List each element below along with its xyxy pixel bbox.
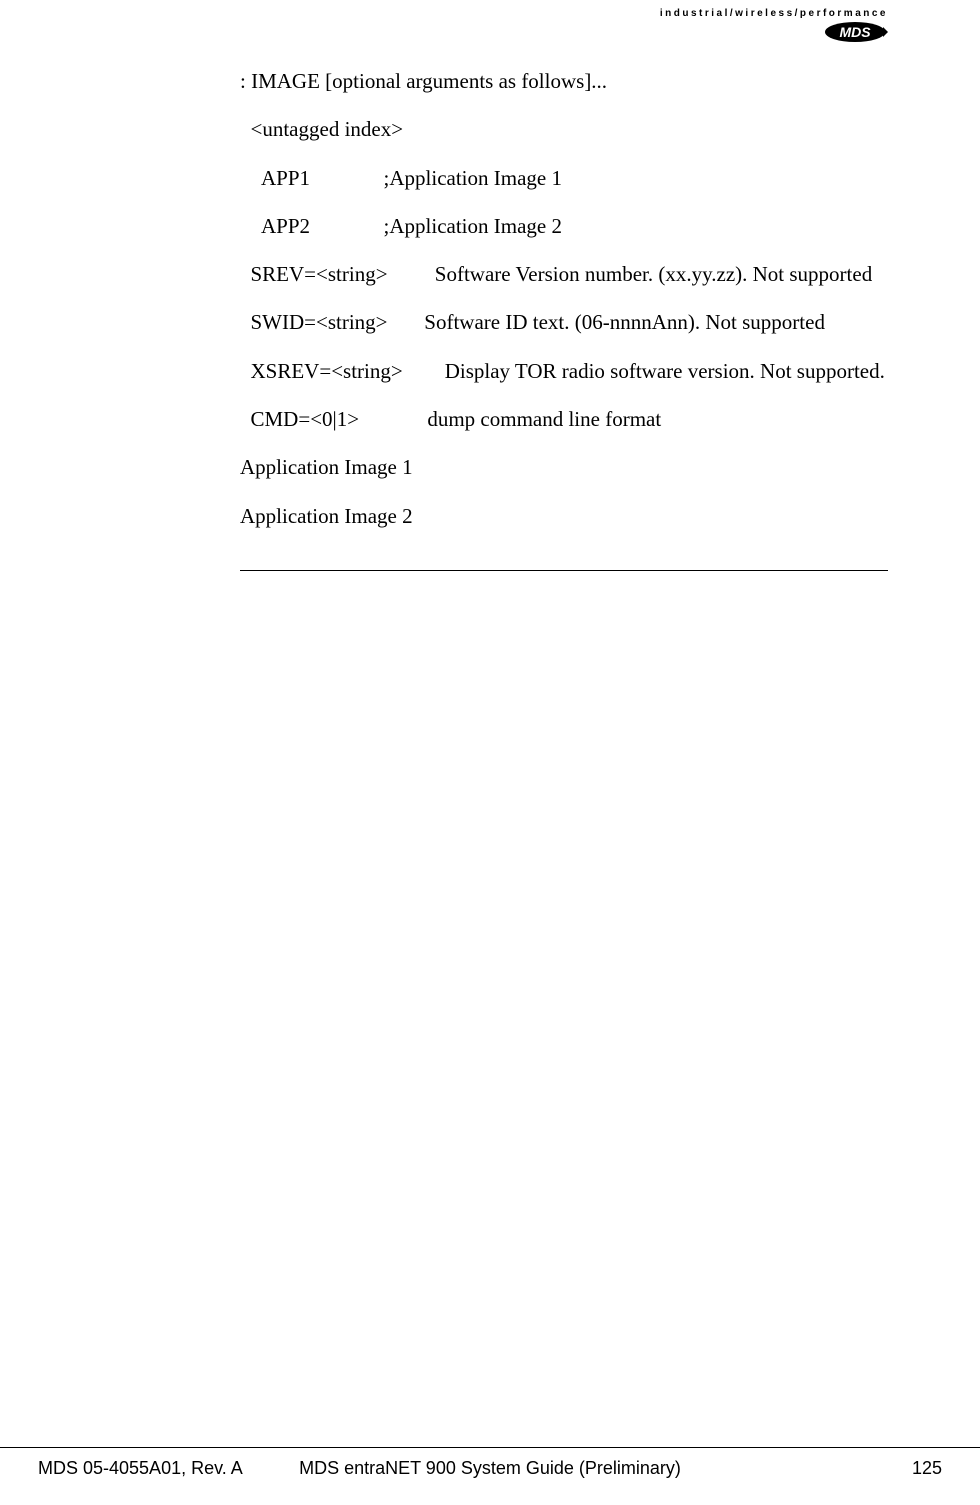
content-line: CMD=<0|1> dump command line format <box>240 406 888 433</box>
footer-page-number: 125 <box>912 1458 942 1479</box>
content-line: Application Image 1 <box>240 454 888 481</box>
content-line: APP1 ;Application Image 1 <box>240 165 888 192</box>
svg-text:MDS: MDS <box>839 24 871 40</box>
tagline-text: industrial/wireless/performance <box>660 8 888 19</box>
content-line: XSREV=<string> Display TOR radio softwar… <box>240 358 888 385</box>
content-line: Application Image 2 <box>240 503 888 530</box>
content-line: <untagged index> <box>240 116 888 143</box>
content-line: : IMAGE [optional arguments as follows].… <box>240 68 888 95</box>
section-divider <box>240 570 888 571</box>
main-content: : IMAGE [optional arguments as follows].… <box>240 68 888 571</box>
header-logo: industrial/wireless/performance MDS <box>660 8 888 48</box>
content-line: SWID=<string> Software ID text. (06-nnnn… <box>240 309 888 336</box>
content-line: APP2 ;Application Image 2 <box>240 213 888 240</box>
page-footer: MDS 05-4055A01, Rev. A MDS entraNET 900 … <box>0 1447 980 1479</box>
footer-doc-id: MDS 05-4055A01, Rev. A <box>38 1458 243 1479</box>
footer-title: MDS entraNET 900 System Guide (Prelimina… <box>299 1458 681 1479</box>
mds-logo-icon: MDS <box>823 21 888 48</box>
content-line: SREV=<string> Software Version number. (… <box>240 261 888 288</box>
